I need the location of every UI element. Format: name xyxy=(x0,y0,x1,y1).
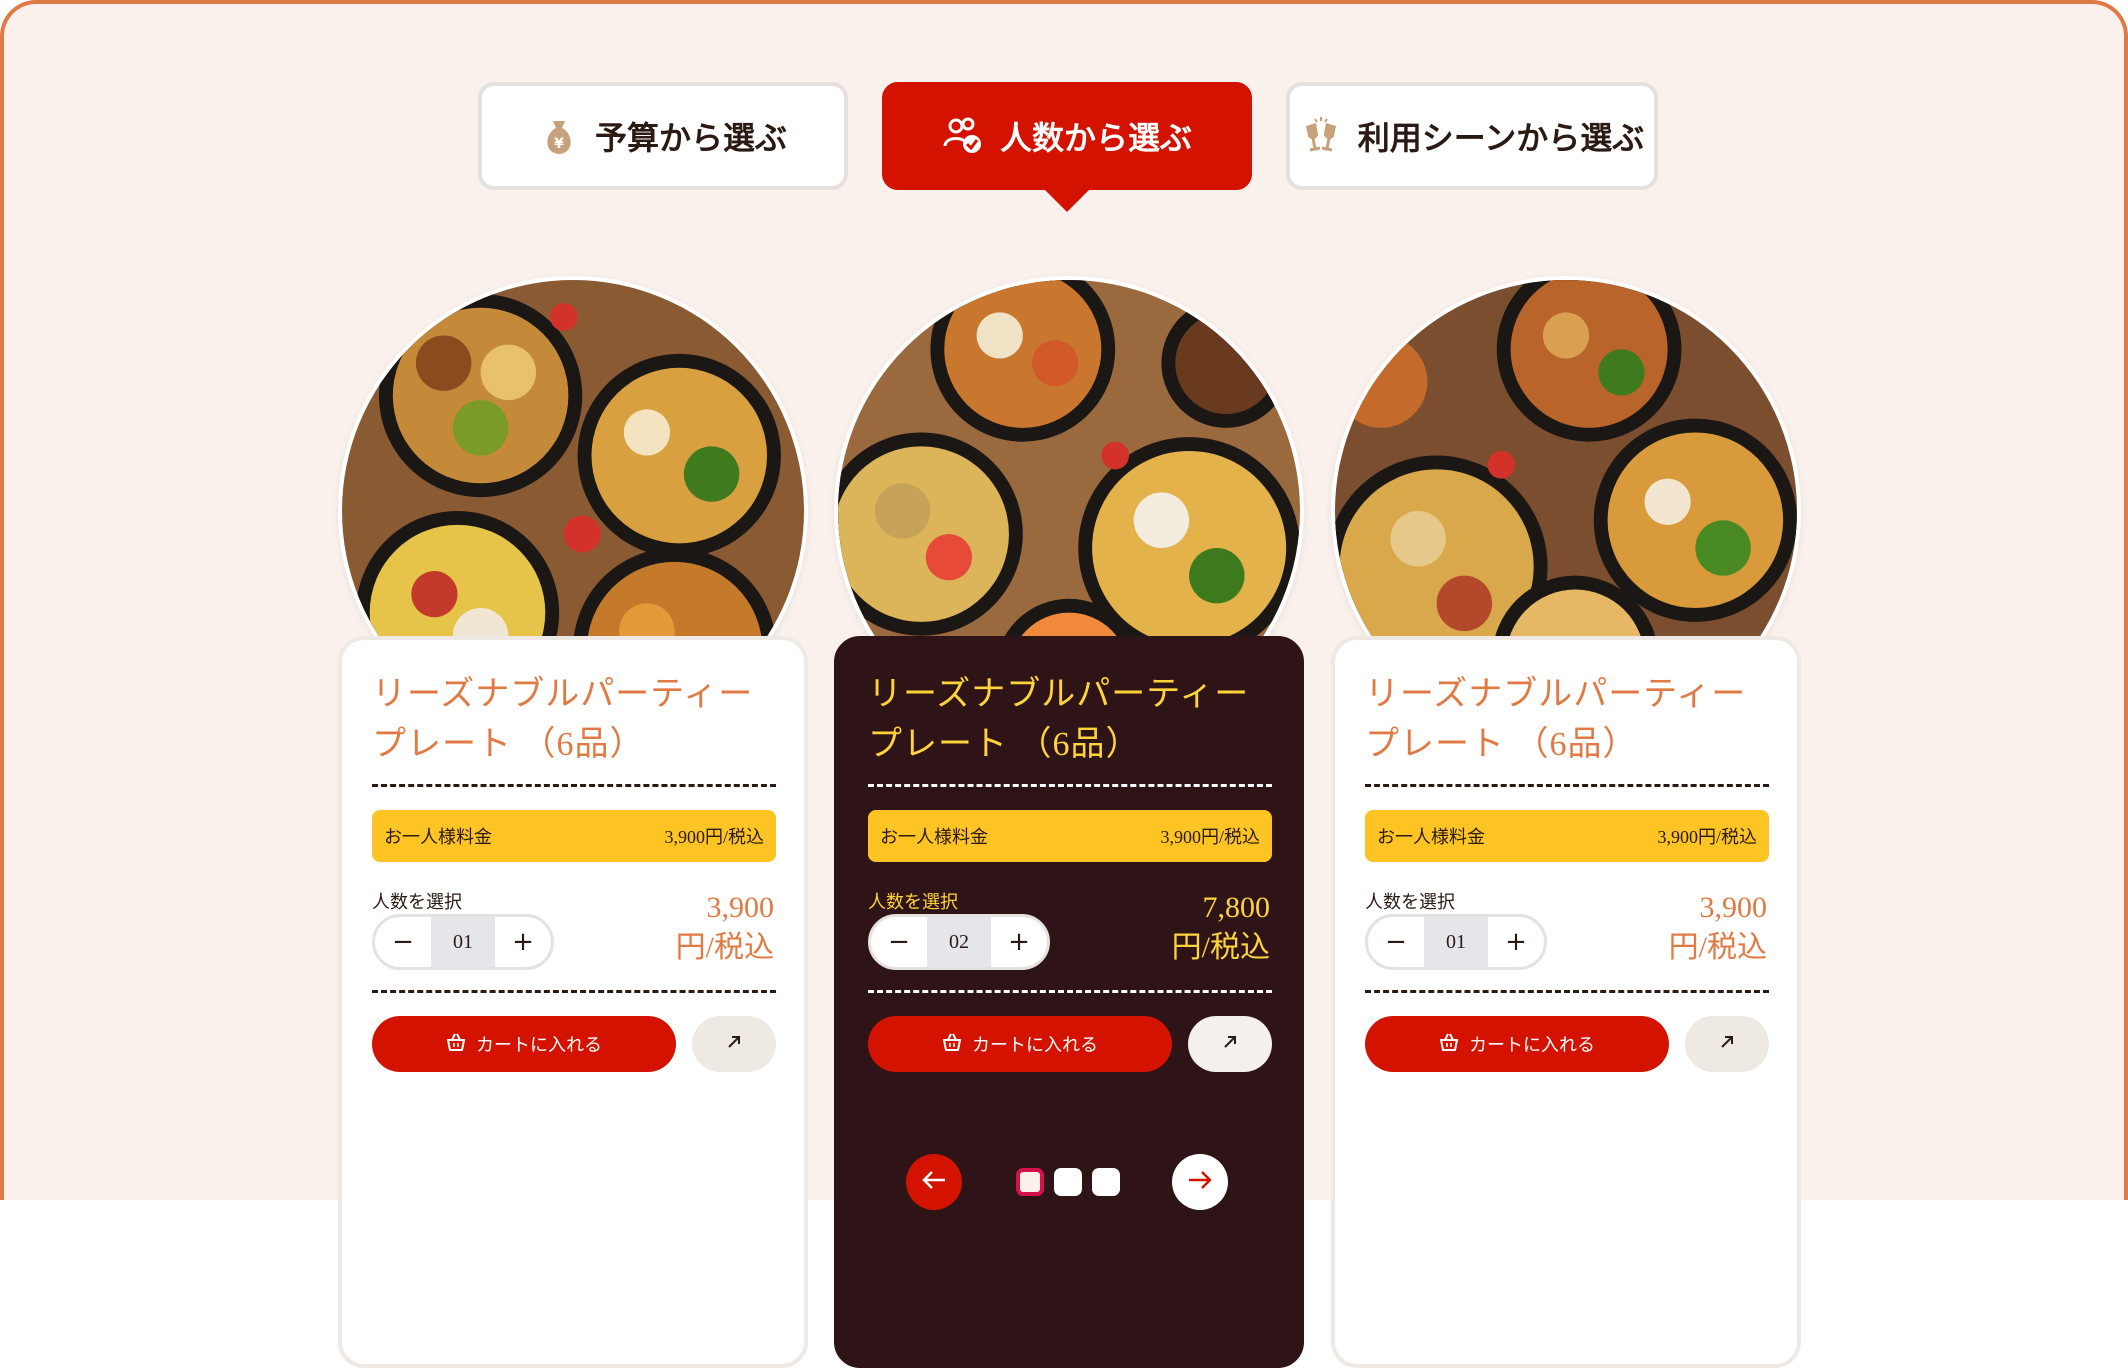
total-unit: 円/税込 xyxy=(1171,931,1270,964)
money-bag-icon: ¥ xyxy=(539,115,579,157)
next-button[interactable] xyxy=(1172,1154,1228,1210)
basket-icon xyxy=(446,1032,466,1057)
increment-button[interactable]: + xyxy=(1488,917,1544,967)
product-card: リーズナブルパーティープレート （6品） お一人様料金 3,900円/税込 人数… xyxy=(1331,276,1801,1368)
tab-budget[interactable]: ¥ 予算から選ぶ xyxy=(478,82,848,190)
divider xyxy=(1365,784,1769,787)
per-person-price-value: 3,900円/税込 xyxy=(1657,827,1757,847)
per-person-price-label: お一人様料金 xyxy=(1377,827,1485,847)
arrow-right-icon xyxy=(1187,1170,1213,1195)
product-title: リーズナブルパーティープレート （6品） xyxy=(372,676,754,763)
arrow-left-icon xyxy=(921,1170,947,1195)
people-select-label: 人数を選択 xyxy=(372,892,462,912)
per-person-price-label: お一人様料金 xyxy=(384,827,492,847)
add-to-cart-button[interactable]: カートに入れる xyxy=(1365,1016,1669,1072)
divider xyxy=(868,990,1272,993)
product-card: リーズナブルパーティープレート （6品） お一人様料金 3,900円/税込 人数… xyxy=(834,276,1304,1368)
per-person-price-bar: お一人様料金 3,900円/税込 xyxy=(1365,810,1769,862)
quantity-value[interactable]: 01 xyxy=(431,917,495,967)
detail-link-button[interactable] xyxy=(692,1016,776,1072)
toast-glasses-icon xyxy=(1300,116,1342,156)
divider xyxy=(372,990,776,993)
decrement-button[interactable]: − xyxy=(1368,917,1424,967)
pagination-dot-3[interactable] xyxy=(1092,1168,1120,1196)
increment-button[interactable]: + xyxy=(495,917,551,967)
total-price: 7,800 円/税込 xyxy=(1172,888,1270,968)
add-to-cart-button[interactable]: カートに入れる xyxy=(868,1016,1172,1072)
pagination-dot-2[interactable] xyxy=(1054,1168,1082,1196)
total-amount: 3,900 xyxy=(1699,891,1768,924)
total-amount: 3,900 xyxy=(706,891,775,924)
people-select-label: 人数を選択 xyxy=(1365,892,1455,912)
add-to-cart-button[interactable]: カートに入れる xyxy=(372,1016,676,1072)
increment-button[interactable]: + xyxy=(991,917,1047,967)
people-check-icon xyxy=(942,116,984,156)
detail-link-button[interactable] xyxy=(1188,1016,1272,1072)
previous-button[interactable] xyxy=(906,1154,962,1210)
tab-scene[interactable]: 利用シーンから選ぶ xyxy=(1286,82,1658,190)
product-card-panel: リーズナブルパーティープレート （6品） お一人様料金 3,900円/税込 人数… xyxy=(1331,636,1801,1368)
add-to-cart-label: カートに入れる xyxy=(1469,1035,1595,1055)
per-person-price-label: お一人様料金 xyxy=(880,827,988,847)
add-to-cart-label: カートに入れる xyxy=(476,1035,602,1055)
total-price: 3,900 円/税込 xyxy=(676,888,774,968)
total-amount: 7,800 xyxy=(1202,891,1271,924)
per-person-price-value: 3,900円/税込 xyxy=(1160,827,1260,847)
product-title: リーズナブルパーティープレート （6品） xyxy=(868,676,1250,763)
page-frame: ¥ 予算から選ぶ 人数から選ぶ 利用シーンから選ぶ リーズナブルパーティープレー… xyxy=(0,0,2128,1368)
quantity-stepper: − 02 + xyxy=(868,914,1050,970)
quantity-value[interactable]: 02 xyxy=(927,917,991,967)
decrement-button[interactable]: − xyxy=(375,917,431,967)
product-card-panel: リーズナブルパーティープレート （6品） お一人様料金 3,900円/税込 人数… xyxy=(338,636,808,1368)
total-unit: 円/税込 xyxy=(675,931,774,964)
quantity-value[interactable]: 01 xyxy=(1424,917,1488,967)
svg-text:¥: ¥ xyxy=(554,136,564,152)
detail-link-button[interactable] xyxy=(1685,1016,1769,1072)
external-link-arrow-icon xyxy=(724,1032,744,1057)
per-person-price-bar: お一人様料金 3,900円/税込 xyxy=(372,810,776,862)
tab-people-label: 人数から選ぶ xyxy=(999,120,1192,156)
per-person-price-bar: お一人様料金 3,900円/税込 xyxy=(868,810,1272,862)
product-card-panel: リーズナブルパーティープレート （6品） お一人様料金 3,900円/税込 人数… xyxy=(834,636,1304,1368)
total-price: 3,900 円/税込 xyxy=(1669,888,1767,968)
decrement-button[interactable]: − xyxy=(871,917,927,967)
quantity-stepper: − 01 + xyxy=(1365,914,1547,970)
quantity-stepper: − 01 + xyxy=(372,914,554,970)
product-card: リーズナブルパーティープレート （6品） お一人様料金 3,900円/税込 人数… xyxy=(338,276,808,1368)
divider xyxy=(1365,990,1769,993)
external-link-arrow-icon xyxy=(1220,1032,1240,1057)
divider xyxy=(868,784,1272,787)
external-link-arrow-icon xyxy=(1717,1032,1737,1057)
product-title: リーズナブルパーティープレート （6品） xyxy=(1365,676,1747,763)
total-unit: 円/税込 xyxy=(1668,931,1767,964)
basket-icon xyxy=(942,1032,962,1057)
people-select-label: 人数を選択 xyxy=(868,892,958,912)
tab-budget-label: 予算から選ぶ xyxy=(594,120,787,156)
tab-people[interactable]: 人数から選ぶ xyxy=(882,82,1252,212)
per-person-price-value: 3,900円/税込 xyxy=(664,827,764,847)
add-to-cart-label: カートに入れる xyxy=(972,1035,1098,1055)
divider xyxy=(372,784,776,787)
basket-icon xyxy=(1439,1032,1459,1057)
pagination-dot-1[interactable] xyxy=(1016,1168,1044,1196)
tab-scene-label: 利用シーンから選ぶ xyxy=(1357,120,1645,156)
